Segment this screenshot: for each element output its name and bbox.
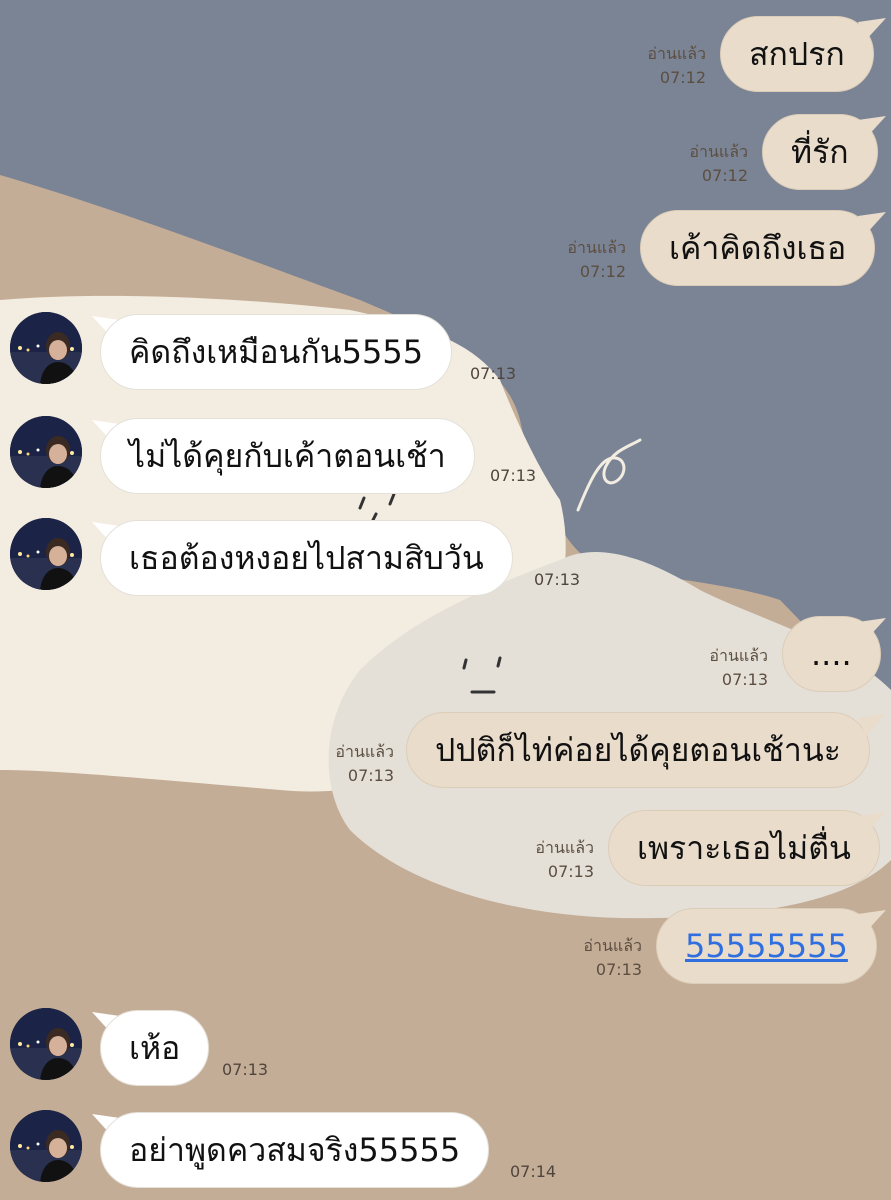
sent-message[interactable]: เค้าคิดถึงเธอ xyxy=(640,210,876,286)
received-message[interactable]: เธอต้องหงอยไปสามสิบวัน xyxy=(100,520,513,596)
message-time: 07:13 xyxy=(534,570,581,589)
read-receipt: อ่านแล้ว 07:13 xyxy=(335,742,394,785)
received-message[interactable]: ไม่ได้คุยกับเค้าตอนเช้า xyxy=(100,418,475,494)
contact-avatar[interactable] xyxy=(10,1008,82,1080)
message-time: 07:13 xyxy=(490,466,537,485)
received-message[interactable]: เห้อ xyxy=(100,1010,210,1086)
read-receipt: อ่านแล้ว 07:12 xyxy=(567,238,626,281)
sent-message[interactable]: 55555555 xyxy=(656,908,877,984)
chat-area[interactable]: อ่านแล้ว 07:12 สกปรก อ่านแล้ว 07:12 ที่ร… xyxy=(0,0,891,1200)
received-message[interactable]: อย่าพูดควสมจริง55555 xyxy=(100,1112,490,1188)
contact-avatar[interactable] xyxy=(10,518,82,590)
phone-number-link[interactable]: 55555555 xyxy=(685,927,848,965)
bubble-tail xyxy=(858,212,886,234)
contact-avatar[interactable] xyxy=(10,1110,82,1182)
bubble-tail xyxy=(858,18,886,40)
read-receipt: อ่านแล้ว 07:13 xyxy=(709,646,768,689)
bubble-tail xyxy=(858,116,886,138)
contact-avatar[interactable] xyxy=(10,312,82,384)
message-time: 07:13 xyxy=(470,364,517,383)
avatar-photo xyxy=(10,1008,82,1080)
sent-message[interactable]: เพราะเธอไม่ตื่น xyxy=(608,810,880,886)
read-receipt: อ่านแล้ว 07:13 xyxy=(583,936,642,979)
read-receipt: อ่านแล้ว 07:12 xyxy=(647,44,706,87)
bubble-tail xyxy=(858,714,886,736)
bubble-tail xyxy=(858,910,886,932)
avatar-photo xyxy=(10,312,82,384)
read-receipt: อ่านแล้ว 07:12 xyxy=(689,142,748,185)
avatar-photo xyxy=(10,416,82,488)
sent-message[interactable]: ปปติก็ไท่ค่อยได้คุยตอนเช้านะ xyxy=(406,712,870,788)
contact-avatar[interactable] xyxy=(10,416,82,488)
read-receipt: อ่านแล้ว 07:13 xyxy=(535,838,594,881)
avatar-photo xyxy=(10,1110,82,1182)
message-time: 07:13 xyxy=(222,1060,269,1079)
avatar-photo xyxy=(10,518,82,590)
bubble-tail xyxy=(858,812,886,834)
received-message[interactable]: คิดถึงเหมือนกัน5555 xyxy=(100,314,453,390)
sent-message[interactable]: สกปรก xyxy=(720,16,874,92)
bubble-tail xyxy=(858,618,886,640)
message-time: 07:14 xyxy=(510,1162,557,1181)
